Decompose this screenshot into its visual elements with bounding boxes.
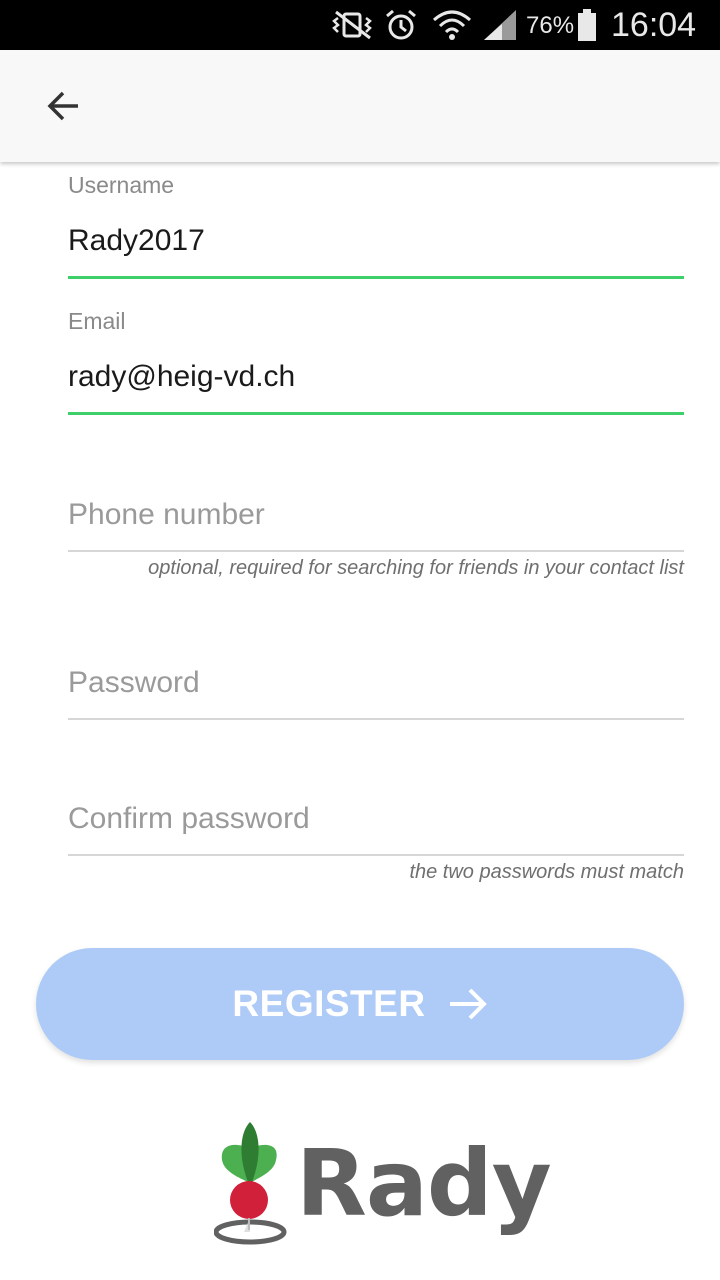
logo-text: Rady (296, 1130, 552, 1237)
email-value[interactable]: rady@heig-vd.ch (68, 360, 295, 394)
phone-number-underline (68, 550, 684, 552)
clock: 16:04 (611, 6, 697, 44)
register-label: REGISTER (232, 983, 426, 1024)
battery-percent: 76% (526, 12, 575, 39)
register-button[interactable]: REGISTER (36, 948, 684, 1060)
confirm-password-underline (68, 854, 684, 856)
email-field[interactable]: Email rady@heig-vd.ch (68, 306, 684, 418)
phone-number-hint: optional, required for searching for fri… (148, 557, 684, 579)
vibrate-mute-icon (332, 10, 372, 40)
confirm-password-field[interactable]: Confirm password the two passwords must … (68, 794, 684, 894)
status-bar: 76% 16:04 (0, 0, 720, 50)
app-bar (0, 50, 720, 162)
battery-icon (578, 9, 596, 41)
username-label: Username (68, 172, 175, 198)
phone-number-field[interactable]: Phone number optional, required for sear… (68, 490, 684, 590)
email-underline (68, 412, 684, 415)
confirm-password-hint: the two passwords must match (409, 861, 684, 883)
username-value[interactable]: Rady2017 (68, 224, 205, 258)
radish-logo-icon (214, 1122, 287, 1245)
rady-logo: Rady (214, 1120, 552, 1260)
username-field[interactable]: Username Rady2017 (68, 170, 684, 282)
username-underline (68, 276, 684, 279)
alarm-icon (386, 9, 416, 40)
password-underline (68, 718, 684, 720)
arrow-left-icon (47, 91, 78, 121)
password-placeholder[interactable]: Password (68, 666, 200, 700)
wifi-icon (433, 10, 471, 40)
password-field[interactable]: Password (68, 658, 684, 722)
phone-number-placeholder[interactable]: Phone number (68, 498, 265, 532)
email-label: Email (68, 308, 126, 334)
confirm-password-placeholder[interactable]: Confirm password (68, 802, 310, 836)
arrow-right-icon (448, 986, 488, 1022)
back-button[interactable] (36, 78, 92, 134)
signal-icon (484, 10, 516, 40)
